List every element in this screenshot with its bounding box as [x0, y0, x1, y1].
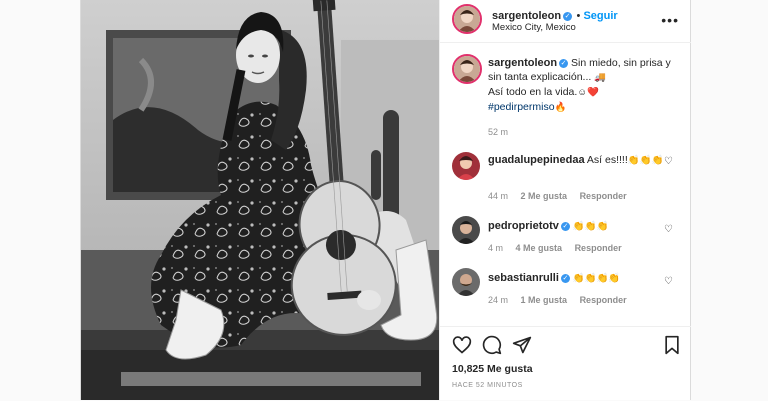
caption-time: 52 m	[488, 127, 509, 137]
comment-row: sebastianrulli ✓ 👏👏👏👏 24 m 1 Me gusta Res…	[440, 268, 691, 314]
comment-time: 24 m	[488, 295, 509, 305]
verified-icon: ✓	[560, 274, 570, 283]
comment-username[interactable]: pedroprietotv	[488, 220, 559, 232]
comment-text: Así es!!!!	[586, 154, 628, 166]
comment-likes[interactable]: 4 Me gusta	[516, 243, 563, 253]
comment-text-block: pedroprietotv ✓ 👏👏👏	[488, 219, 666, 234]
fire-emoji-icon: 🔥	[554, 102, 567, 113]
post-photo[interactable]	[81, 0, 439, 400]
comment-avatar-guadalupepinedaa[interactable]	[452, 152, 480, 180]
post-actions: 10,825 Me gusta HACE 52 MINUTOS	[440, 326, 691, 401]
comment-username[interactable]: sebastianrulli	[488, 272, 559, 284]
caption-block: sargentoleon ✓ Sin miedo, sin prisa y sin…	[488, 56, 680, 115]
comment-avatar-pedroprietotv[interactable]	[452, 216, 480, 244]
comment-reply-button[interactable]: Responder	[580, 295, 627, 305]
comment-reply-button[interactable]: Responder	[575, 243, 622, 253]
post-photo-illustration	[81, 0, 439, 400]
verified-icon: ✓	[563, 12, 573, 21]
comment-reply-button[interactable]: Responder	[580, 191, 627, 201]
bookmark-icon[interactable]	[663, 335, 681, 360]
verified-icon: ✓	[559, 59, 569, 68]
smile-heart-emoji-icon: ☺❤️	[577, 87, 599, 98]
post-container: sargentoleon ✓ • Seguir Mexico City, Mexi…	[80, 0, 691, 400]
comment-likes[interactable]: 1 Me gusta	[521, 295, 568, 305]
caption-text-2: Así todo en la vida.	[488, 86, 578, 98]
comment-heart-icon[interactable]: ♡	[664, 224, 673, 235]
comment-time: 44 m	[488, 191, 509, 201]
post-side-panel: sargentoleon ✓ • Seguir Mexico City, Mexi…	[439, 0, 691, 400]
comment-meta: 44 m 2 Me gusta Responder	[488, 191, 637, 201]
comment-row: pedroprietotv ✓ 👏👏👏 4 m 4 Me gusta Respon…	[440, 216, 691, 262]
comment-time: 4 m	[488, 243, 504, 253]
caption-hashtag[interactable]: #pedirpermiso	[488, 101, 555, 113]
comment-username[interactable]: guadalupepinedaa	[488, 154, 585, 166]
share-send-icon[interactable]	[512, 335, 532, 360]
comment-text-block: sebastianrulli ✓ 👏👏👏👏	[488, 271, 666, 286]
post-location[interactable]: Mexico City, Mexico	[492, 22, 576, 33]
comment-heart-icon[interactable]: ♡	[664, 276, 673, 287]
truck-emoji-icon: 🚚	[594, 72, 607, 83]
comment-avatar-sebastianrulli[interactable]	[452, 268, 480, 296]
comment-emojis: 👏👏👏👏	[572, 273, 621, 284]
verified-icon: ✓	[560, 222, 570, 231]
comment-emojis: 👏👏👏	[572, 221, 609, 232]
like-heart-icon[interactable]	[452, 335, 472, 360]
comment-emojis: 👏👏👏	[627, 155, 664, 166]
comment-meta: 4 m 4 Me gusta Responder	[488, 243, 632, 253]
like-count[interactable]: 10,825 Me gusta	[452, 363, 533, 375]
comment-bubble-icon[interactable]	[482, 335, 502, 360]
author-username[interactable]: sargentoleon	[492, 10, 561, 22]
comment-row: guadalupepinedaa Así es!!!!👏👏👏 44 m 2 Me…	[440, 150, 691, 206]
post-header: sargentoleon ✓ • Seguir Mexico City, Mexi…	[440, 0, 691, 43]
post-age: HACE 52 MINUTOS	[452, 382, 523, 389]
comment-likes[interactable]: 2 Me gusta	[521, 191, 568, 201]
caption-avatar[interactable]	[452, 54, 482, 84]
caption-username[interactable]: sargentoleon	[488, 57, 557, 69]
follow-button[interactable]: Seguir	[583, 10, 617, 22]
more-horizontal-icon[interactable]: •••	[661, 12, 679, 28]
comment-heart-icon[interactable]: ♡	[664, 156, 673, 167]
author-avatar[interactable]	[452, 4, 482, 34]
comment-text-block: guadalupepinedaa Así es!!!!👏👏👏	[488, 153, 666, 168]
comment-meta: 24 m 1 Me gusta Responder	[488, 295, 637, 305]
